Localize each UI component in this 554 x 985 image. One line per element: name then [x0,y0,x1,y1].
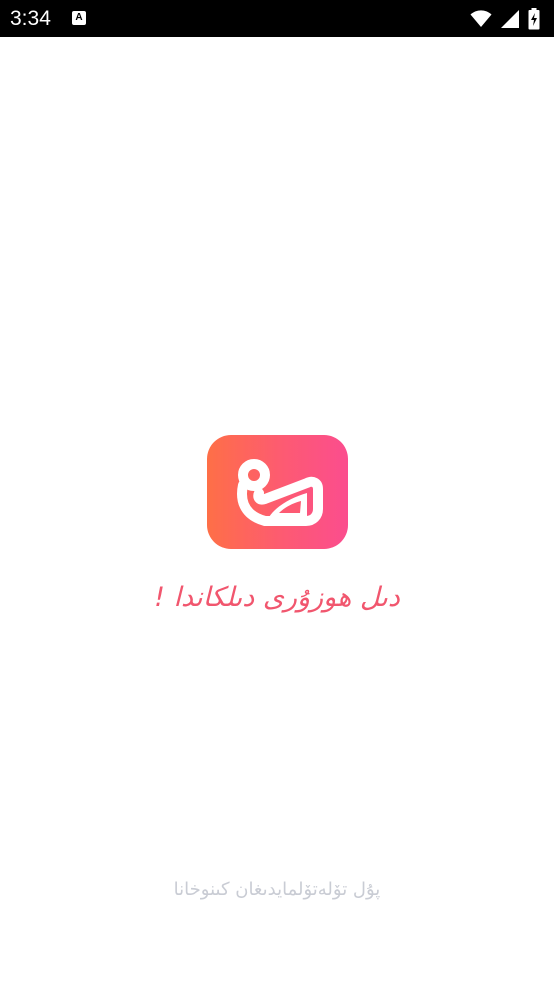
status-bar: 3:34 A [0,0,554,37]
status-icons [470,8,540,30]
splash-tagline: دىل ھوزۇرى دىلكاندا ! [154,582,400,613]
wifi-icon [470,10,492,27]
splash-screen: دىل ھوزۇرى دىلكاندا ! پۇل تۆلەتۆلمايدىغا… [0,37,554,985]
splash-footer-text: پۇل تۆلەتۆلمايدىغان كىنوخانا [173,879,381,900]
app-logo-icon [207,435,348,549]
app-logo-mark [237,459,323,526]
status-time: 3:34 [10,7,51,30]
cell-signal-icon [501,10,519,28]
battery-charging-icon [528,8,540,30]
notification-a-icon: A [72,11,86,25]
